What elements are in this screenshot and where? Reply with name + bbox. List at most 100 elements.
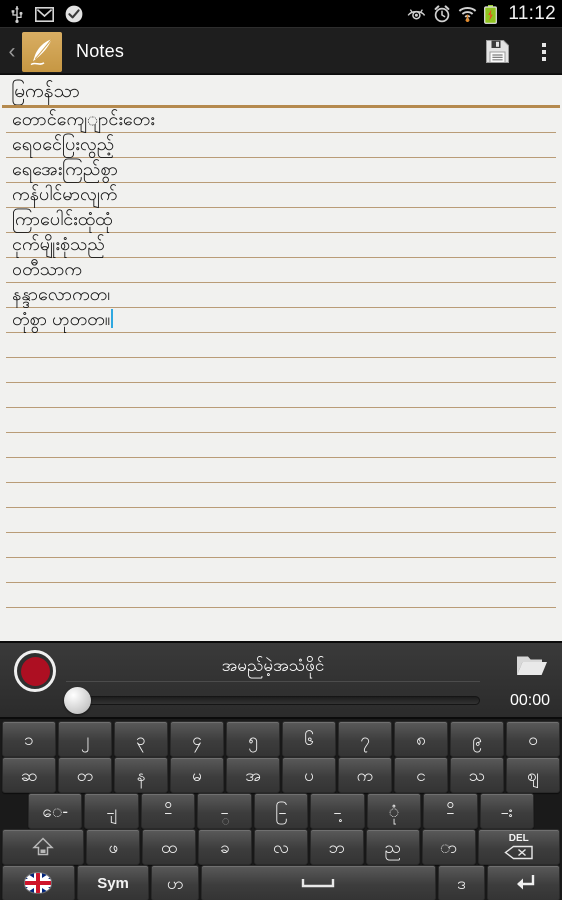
- key-digit[interactable]: ၇: [338, 721, 392, 757]
- key-letter[interactable]: အ: [226, 757, 280, 793]
- alarm-clock-icon: [434, 5, 450, 23]
- note-editor[interactable]: မြကန်သာ တောင်ကျေျာင်းတေး ရေဝင်ေပြးလွည့် …: [0, 75, 562, 641]
- note-line[interactable]: နန္ဒာလောကတ၊: [6, 283, 556, 308]
- note-line-empty[interactable]: [6, 483, 556, 508]
- note-line[interactable]: ရေဝင်ေပြးလွည့်: [6, 133, 556, 158]
- action-bar: ‹ Notes: [0, 28, 562, 75]
- key-letter[interactable]: ဒ: [437, 865, 486, 900]
- key-letter[interactable]: ာ: [421, 829, 476, 865]
- note-line-empty[interactable]: [6, 558, 556, 583]
- note-line-text: ရေဝင်ေပြးလွည့်: [12, 134, 115, 154]
- audio-seek-bar[interactable]: [64, 696, 480, 705]
- space-bar-icon[interactable]: [201, 865, 436, 900]
- keyboard-row-consonants-1: ဆ တ န မ အ ပ က င သ ဈ: [1, 757, 561, 793]
- key-letter[interactable]: ဘ: [309, 829, 364, 865]
- key-digit[interactable]: ၅: [226, 721, 280, 757]
- note-line-empty[interactable]: [6, 433, 556, 458]
- key-digit[interactable]: ၁: [2, 721, 56, 757]
- note-line-empty[interactable]: [6, 408, 556, 433]
- note-title-field[interactable]: မြကန်သာ: [0, 75, 562, 105]
- key-digit[interactable]: ၆: [282, 721, 336, 757]
- check-badge-icon: [65, 5, 83, 23]
- key-letter[interactable]: ထ: [142, 829, 197, 865]
- note-line-empty[interactable]: [6, 458, 556, 483]
- uk-flag-icon[interactable]: [2, 865, 75, 900]
- key-digit[interactable]: ၈: [394, 721, 448, 757]
- floppy-save-icon[interactable]: [485, 39, 510, 64]
- key-vowel[interactable]: -ိ: [423, 793, 478, 829]
- key-digit[interactable]: ၂: [58, 721, 112, 757]
- gmail-icon: [35, 6, 54, 22]
- key-vowel[interactable]: -ိ: [140, 793, 196, 829]
- notes-app-screen: 11:12 ‹ Notes မြကန်သာ တောင်ကျေျာင်းတေး ရ…: [0, 0, 562, 900]
- status-bar: 11:12: [0, 0, 562, 28]
- note-line[interactable]: ကြာပေါင်းထုံထုံ: [6, 208, 556, 233]
- page-title: Notes: [76, 41, 125, 61]
- key-vowel[interactable]: -း: [479, 793, 534, 829]
- note-line[interactable]: ရေအေးကြည်စွာ: [6, 158, 556, 183]
- backspace-icon[interactable]: DEL: [477, 829, 560, 865]
- audio-recorder-bar: အမည်မဲ့အသံဖိုင် 00:00: [0, 641, 562, 719]
- note-line-text-active: တုံစွာ ဟုတတ။: [12, 308, 114, 331]
- key-letter[interactable]: န: [114, 757, 168, 793]
- feather-quill-icon[interactable]: [22, 31, 62, 72]
- overflow-menu-icon[interactable]: [536, 42, 552, 61]
- key-letter[interactable]: င: [394, 757, 448, 793]
- note-line-empty[interactable]: [6, 533, 556, 558]
- keyboard-row-bottom: Sym ဟ ဒ: [1, 865, 561, 900]
- enter-return-icon[interactable]: [487, 865, 560, 900]
- keyboard-row-consonants-2: ဖ ထ ခ လ ဘ ည ာ DEL: [1, 829, 561, 865]
- key-digit[interactable]: ၉: [450, 721, 504, 757]
- status-bar-right-icons: 11:12: [407, 3, 556, 25]
- action-bar-buttons: [485, 39, 552, 64]
- audio-file-name[interactable]: အမည်မဲ့အသံဖိုင်: [66, 652, 480, 682]
- text-caret: [111, 309, 114, 328]
- note-line-text: ကန်ပါင်မာလျက်: [12, 184, 118, 204]
- key-letter[interactable]: ဈ: [506, 757, 560, 793]
- burmese-keyboard: ၁ ၂ ၃ ၄ ၅ ၆ ၇ ၈ ၉ ၀ ဆ တ န မ အ ပ က င သ ဈ …: [0, 719, 562, 900]
- key-letter[interactable]: မ: [170, 757, 224, 793]
- key-letter[interactable]: တ: [58, 757, 112, 793]
- key-vowel[interactable]: ုံ: [366, 793, 422, 829]
- record-circle-icon[interactable]: [14, 650, 56, 692]
- note-line[interactable]: ဝတီသာက: [6, 258, 556, 283]
- note-line-empty[interactable]: [6, 333, 556, 358]
- note-body[interactable]: တောင်ကျေျာင်းတေး ရေဝင်ေပြးလွည့် ရေအေးကြည…: [0, 108, 562, 608]
- key-letter[interactable]: ည: [365, 829, 420, 865]
- key-letter[interactable]: ခ: [198, 829, 253, 865]
- key-letter[interactable]: ပ: [282, 757, 336, 793]
- status-bar-clock: 11:12: [508, 3, 556, 24]
- key-vowel[interactable]: -ြ: [253, 793, 309, 829]
- audio-elapsed-time: 00:00: [509, 692, 550, 709]
- note-line-empty[interactable]: [6, 508, 556, 533]
- keyboard-row-numbers: ၁ ၂ ၃ ၄ ၅ ၆ ၇ ၈ ၉ ၀: [1, 721, 561, 757]
- key-letter[interactable]: က: [338, 757, 392, 793]
- key-letter[interactable]: လ: [254, 829, 308, 865]
- key-digit[interactable]: ၃: [114, 721, 168, 757]
- status-bar-left-icons: [10, 5, 83, 23]
- note-line-empty[interactable]: [6, 383, 556, 408]
- key-letter[interactable]: ဖ: [86, 829, 141, 865]
- back-chevron-icon[interactable]: ‹: [4, 41, 20, 62]
- open-folder-icon[interactable]: [516, 652, 548, 683]
- note-line-empty[interactable]: [6, 583, 556, 608]
- key-vowel[interactable]: -့: [310, 793, 365, 829]
- key-digit[interactable]: ၄: [170, 721, 224, 757]
- key-vowel[interactable]: ေ-: [28, 793, 83, 829]
- note-line[interactable]: တုံစွာ ဟုတတ။: [6, 308, 556, 333]
- note-line-text: ငုက်မျိုးစုံသည်: [12, 234, 105, 254]
- note-line-empty[interactable]: [6, 358, 556, 383]
- key-vowel[interactable]: -္: [197, 793, 252, 829]
- note-line-text: တုံစွာ ဟုတတ။: [12, 309, 111, 329]
- note-line[interactable]: ငုက်မျိုးစုံသည်: [6, 233, 556, 258]
- key-letter[interactable]: ဆ: [2, 757, 56, 793]
- key-letter[interactable]: သ: [450, 757, 504, 793]
- symbols-key[interactable]: Sym: [76, 865, 150, 900]
- key-vowel[interactable]: -ျ: [84, 793, 139, 829]
- audio-seek-handle[interactable]: [64, 687, 91, 714]
- note-line[interactable]: တောင်ကျေျာင်းတေး: [6, 108, 556, 133]
- key-digit[interactable]: ၀: [506, 721, 560, 757]
- key-letter[interactable]: ဟ: [151, 865, 200, 900]
- note-line[interactable]: ကန်ပါင်မာလျက်: [6, 183, 556, 208]
- shift-icon[interactable]: [2, 829, 85, 865]
